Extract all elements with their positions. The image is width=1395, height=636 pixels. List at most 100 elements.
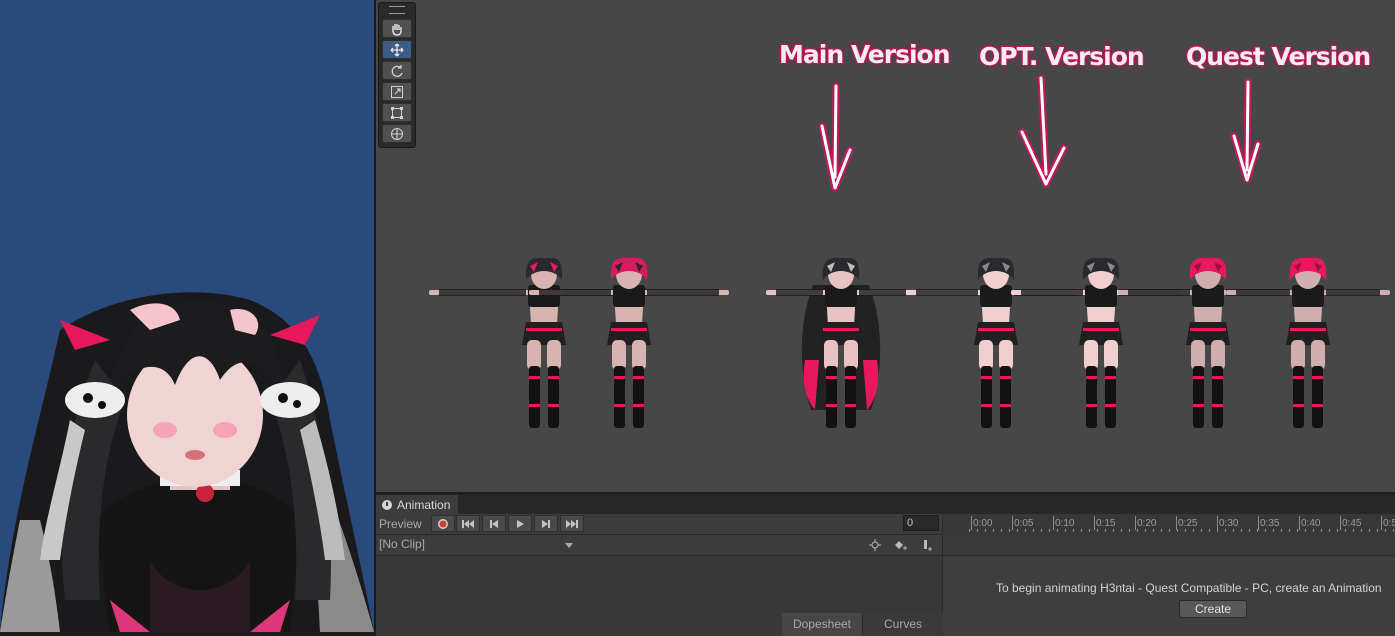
avatar-part — [1086, 404, 1097, 407]
view-mode-tabs: Dopesheet Curves — [782, 613, 943, 636]
opt-version-annotation: OPT. Version — [979, 42, 1145, 71]
avatar-figure[interactable] — [1226, 257, 1390, 428]
main-version-annotation: Main Version — [779, 40, 951, 69]
avatar-part — [981, 366, 992, 428]
avatar-figure[interactable] — [906, 257, 1086, 428]
avatar-part — [844, 340, 858, 370]
avatar-part — [1311, 340, 1325, 370]
timeline-tick: 0:35 — [1257, 516, 1280, 530]
chevron-down-icon — [565, 543, 573, 548]
avatar-part — [1000, 376, 1011, 379]
avatar-part — [1105, 366, 1116, 428]
hand-tool-button[interactable] — [382, 19, 412, 38]
avatar-figure[interactable] — [1118, 257, 1298, 428]
empty-state-message: To begin animating H3ntai - Quest Compat… — [996, 581, 1382, 595]
tab-dopesheet[interactable]: Dopesheet — [782, 613, 862, 636]
timeline-tick: 0:40 — [1298, 516, 1321, 530]
filter-by-selection-button[interactable] — [864, 536, 886, 553]
avatar-part — [1086, 376, 1097, 379]
avatar-part — [647, 289, 719, 296]
create-animation-button[interactable]: Create — [1179, 600, 1247, 618]
animation-tab-bar: Animation — [376, 495, 1395, 514]
timeline-tick: 0:30 — [1216, 516, 1239, 530]
avatar-part — [845, 404, 856, 407]
avatar-part — [1312, 404, 1323, 407]
add-keyframe-icon — [895, 540, 907, 550]
scene-view[interactable]: Main Version OPT. Version Quest Version — [376, 0, 1395, 492]
palette-grip-icon[interactable] — [389, 6, 405, 14]
tab-curves[interactable]: Curves — [862, 613, 943, 636]
avatar-part — [824, 340, 838, 370]
avatar-part — [632, 340, 646, 370]
record-button[interactable] — [431, 515, 455, 532]
event-track[interactable] — [942, 535, 1395, 556]
avatar-part — [1326, 289, 1380, 296]
avatar-part — [1104, 340, 1118, 370]
move-tool-button[interactable] — [382, 40, 412, 59]
rotate-tool-button[interactable] — [382, 61, 412, 80]
clock-icon — [382, 499, 392, 510]
avatar-part — [612, 340, 626, 370]
step-forward-icon — [542, 519, 550, 528]
animation-window: Animation Preview 0 [No Clip] 0:00 0:05 … — [376, 494, 1395, 636]
avatar-part — [614, 376, 625, 379]
previous-keyframe-button[interactable] — [482, 515, 506, 532]
avatar-part — [611, 328, 647, 331]
opt-version-arrow-icon — [1018, 74, 1068, 188]
avatar-figure[interactable] — [766, 257, 916, 428]
avatar-part — [1191, 340, 1205, 370]
avatar-part — [529, 366, 540, 428]
tab-animation[interactable]: Animation — [376, 495, 460, 514]
avatar-part — [1105, 376, 1116, 379]
transform-tool-button[interactable] — [382, 124, 412, 143]
avatar-part — [845, 366, 856, 428]
crosshair-icon — [869, 538, 881, 551]
avatar-part — [1193, 376, 1204, 379]
avatar-part — [1293, 404, 1304, 407]
avatar-part — [981, 376, 992, 379]
avatar-part — [526, 328, 562, 331]
rect-tool-button[interactable] — [382, 103, 412, 122]
preview-toggle-button[interactable]: Preview — [379, 517, 422, 531]
avatar-part — [1084, 340, 1098, 370]
avatar-part — [614, 404, 625, 407]
avatar-part — [1212, 376, 1223, 379]
add-event-button[interactable] — [916, 536, 938, 553]
clip-dropdown-value: [No Clip] — [379, 537, 426, 551]
rect-tool-icon — [391, 106, 403, 119]
timeline-ruler[interactable]: 0:00 0:05 0:10 0:15 0:20 0:25 0:30 0:35 0:40 0:45… — [942, 514, 1395, 534]
avatar-part — [633, 376, 644, 379]
clip-dropdown[interactable]: [No Clip] — [377, 536, 579, 553]
add-keyframe-button[interactable] — [890, 536, 912, 553]
first-keyframe-button[interactable] — [456, 515, 480, 532]
skip-to-end-icon — [566, 519, 578, 528]
timeline-minor-ticks — [969, 529, 1395, 532]
avatar-part — [1193, 404, 1204, 407]
last-keyframe-button[interactable] — [560, 515, 584, 532]
avatar-part — [1312, 366, 1323, 428]
frame-number-field[interactable]: 0 — [903, 515, 939, 531]
property-list — [376, 556, 942, 613]
quest-version-arrow-icon — [1230, 78, 1262, 184]
avatar-figures-layer — [429, 257, 1390, 428]
timeline-tick: 0:45 — [1339, 516, 1362, 530]
avatar-part — [633, 366, 644, 428]
avatar-part — [845, 376, 856, 379]
avatar-part — [776, 289, 823, 296]
playback-controls-row: Preview 0 — [376, 514, 942, 535]
avatar-figure[interactable] — [1011, 257, 1191, 428]
avatar-part — [1000, 366, 1011, 428]
camera-preview-panel — [0, 0, 374, 632]
play-icon — [517, 519, 524, 528]
avatar-part — [1293, 376, 1304, 379]
avatar-part — [539, 289, 611, 296]
hand-tool-icon — [392, 23, 402, 36]
avatar-part — [1128, 289, 1190, 296]
scale-tool-button[interactable] — [382, 82, 412, 101]
next-keyframe-button[interactable] — [534, 515, 558, 532]
avatar-part — [547, 340, 561, 370]
main-version-arrow-icon — [818, 82, 854, 192]
avatar-part — [1293, 366, 1304, 428]
record-icon — [438, 518, 448, 529]
play-button[interactable] — [508, 515, 532, 532]
